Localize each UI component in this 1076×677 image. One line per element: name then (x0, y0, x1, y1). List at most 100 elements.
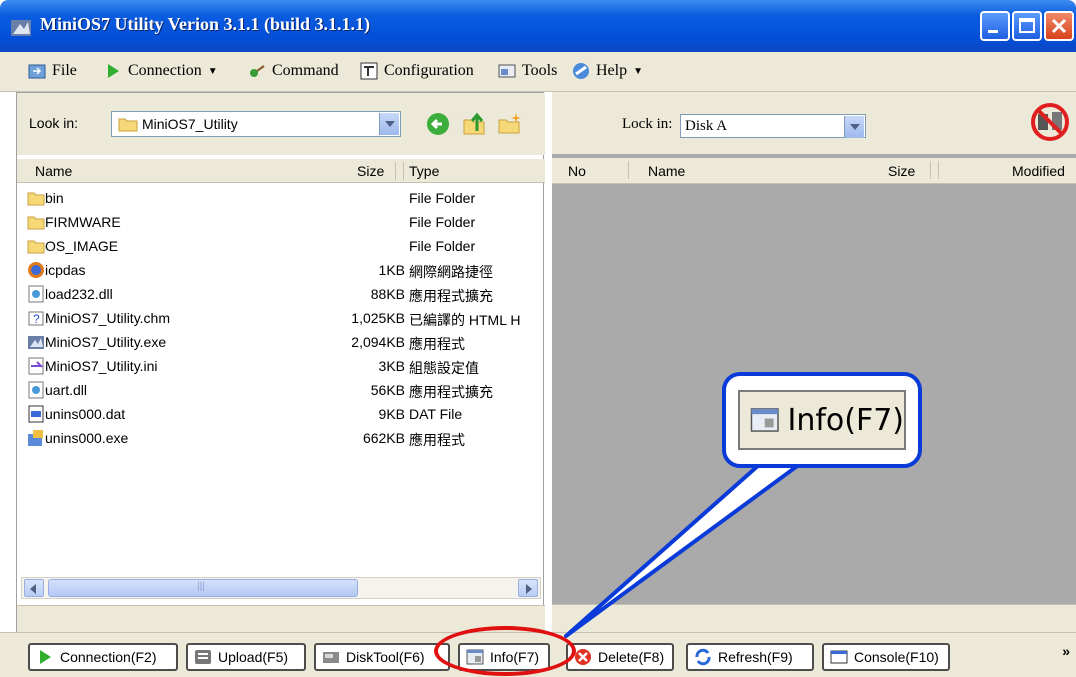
file-row[interactable]: MiniOS7_Utility.ini 3KB 組態設定值 (17, 355, 545, 379)
column-header-size[interactable]: Size (888, 163, 915, 179)
file-row[interactable]: bin File Folder (17, 187, 545, 211)
close-icon (1051, 18, 1067, 34)
look-in-dropdown[interactable]: MiniOS7_Utility (111, 111, 401, 137)
column-header-name[interactable]: Name (35, 163, 72, 179)
file-row[interactable]: load232.dll 88KB 應用程式擴充 (17, 283, 545, 307)
help-file-icon: ? (28, 311, 44, 326)
file-size: 56KB (370, 382, 405, 398)
tools-icon (498, 64, 516, 78)
scroll-right-icon[interactable] (518, 579, 538, 597)
column-divider[interactable] (930, 161, 931, 179)
upload-button-label: Upload(F5) (218, 649, 289, 665)
file-row[interactable]: unins000.exe 662KB 應用程式 (17, 427, 545, 451)
column-divider[interactable] (395, 162, 396, 180)
file-type: 應用程式擴充 (409, 288, 493, 304)
connection-button-label: Connection(F2) (60, 649, 157, 665)
column-header-modified[interactable]: Modified (1012, 163, 1065, 179)
column-header-type[interactable]: Type (409, 163, 439, 179)
back-icon[interactable] (425, 111, 451, 137)
delete-button[interactable]: Delete(F8) (566, 643, 674, 671)
column-divider[interactable] (403, 162, 404, 180)
file-type: File Folder (409, 214, 476, 230)
callout-label: Info(F7) (787, 402, 904, 438)
menu-configuration[interactable]: Configuration (360, 62, 474, 80)
file-name: unins000.dat (45, 406, 126, 422)
connection-button[interactable]: Connection(F2) (28, 643, 178, 671)
dll-icon (28, 285, 44, 303)
file-name: MiniOS7_Utility.chm (45, 310, 170, 326)
menu-help[interactable]: Help ▼ (572, 62, 643, 80)
app-icon (11, 20, 31, 36)
menu-connection[interactable]: Connection ▼ (104, 62, 218, 80)
menu-help-label: Help (596, 62, 628, 79)
column-divider[interactable] (938, 161, 939, 179)
console-button[interactable]: Console(F10) (822, 643, 950, 671)
file-row[interactable]: ? MiniOS7_Utility.chm 1,025KB 已編譯的 HTML H (17, 307, 545, 331)
menu-connection-label: Connection (128, 62, 202, 79)
dropdown-arrow-icon[interactable] (844, 116, 864, 138)
menu-bar: File Connection ▼ Command Configuration … (0, 52, 1076, 92)
file-type: 應用程式擴充 (409, 384, 493, 400)
maximize-button[interactable] (1012, 11, 1042, 41)
menu-tools[interactable]: Tools (498, 62, 557, 80)
file-row[interactable]: unins000.dat 9KB DAT File (17, 403, 545, 427)
menu-file[interactable]: File (28, 62, 77, 80)
maximize-icon (1019, 18, 1035, 33)
disk-select-dropdown[interactable]: Disk A (680, 114, 866, 138)
column-header-no[interactable]: No (568, 163, 586, 179)
file-size: 1KB (378, 262, 405, 278)
file-size: 2,094KB (351, 334, 405, 350)
file-type: 應用程式 (409, 336, 465, 352)
remote-file-pane: Lock in: Disk A No Name Size Modified (552, 92, 1076, 632)
configuration-icon (360, 62, 378, 80)
minimize-icon (988, 30, 998, 33)
file-size: 9KB (378, 406, 405, 422)
remote-list-header: No Name Size Modified (552, 158, 1076, 184)
scrollbar-thumb[interactable] (48, 579, 358, 597)
dat-icon (28, 405, 44, 423)
file-type: 已編譯的 HTML H (409, 312, 521, 328)
menu-command[interactable]: Command (248, 62, 339, 80)
column-header-name[interactable]: Name (648, 163, 685, 179)
new-folder-icon[interactable] (497, 111, 523, 137)
file-name: load232.dll (45, 286, 113, 302)
column-header-size[interactable]: Size (357, 163, 384, 179)
close-button[interactable] (1044, 11, 1074, 41)
file-name: uart.dll (45, 382, 88, 398)
folder-icon (118, 118, 138, 132)
upload-button[interactable]: Upload(F5) (186, 643, 306, 671)
file-row[interactable]: FIRMWARE File Folder (17, 211, 545, 235)
remote-look-in-bar: Lock in: Disk A (552, 92, 1076, 154)
lock-in-label: Lock in: (622, 116, 673, 132)
refresh-button[interactable]: Refresh(F9) (686, 643, 814, 671)
file-row[interactable]: OS_IMAGE File Folder (17, 235, 545, 259)
file-name: bin (45, 190, 64, 206)
folder-icon (27, 240, 45, 254)
up-folder-icon[interactable] (461, 111, 487, 137)
minimize-button[interactable] (980, 11, 1010, 41)
dropdown-arrow-icon[interactable] (379, 113, 399, 135)
file-row[interactable]: icpdas 1KB 網際網路捷徑 (17, 259, 545, 283)
folder-icon (27, 216, 45, 230)
column-divider[interactable] (628, 161, 629, 179)
file-type: DAT File (409, 406, 463, 422)
toolbar-overflow-icon[interactable]: » (1062, 643, 1070, 659)
window-title: MiniOS7 Utility Verion 3.1.1 (build 3.1.… (40, 14, 371, 34)
file-name: MiniOS7_Utility.exe (45, 334, 167, 350)
look-in-label: Look in: (29, 115, 79, 131)
chevron-down-icon: ▼ (633, 65, 644, 77)
info-icon (750, 408, 779, 432)
file-row[interactable]: MiniOS7_Utility.exe 2,094KB 應用程式 (17, 331, 545, 355)
horizontal-scrollbar[interactable] (21, 577, 541, 599)
ini-icon (28, 357, 44, 375)
console-icon (830, 650, 848, 664)
scroll-left-icon[interactable] (24, 579, 44, 597)
file-row[interactable]: uart.dll 56KB 應用程式擴充 (17, 379, 545, 403)
menu-command-label: Command (272, 62, 339, 79)
file-name: MiniOS7_Utility.ini (45, 358, 158, 374)
file-size: 662KB (362, 430, 405, 446)
file-icon (28, 64, 46, 79)
installer-icon (28, 430, 43, 446)
disktool-button[interactable]: DiskTool(F6) (314, 643, 450, 671)
disconnected-icon[interactable] (1030, 102, 1070, 142)
